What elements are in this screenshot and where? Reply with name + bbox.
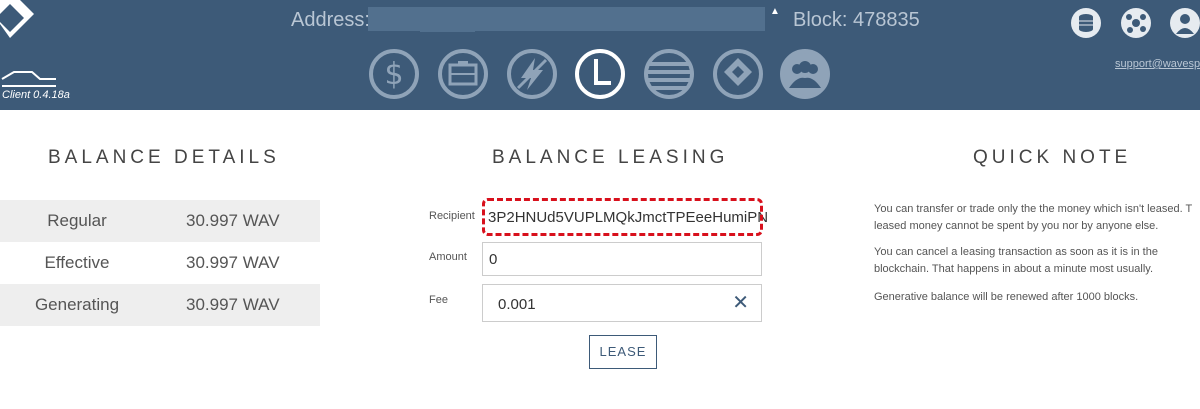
balance-leasing-title: BALANCE LEASING <box>492 147 729 168</box>
support-link[interactable]: support@wavesp <box>1115 58 1200 70</box>
note-line: You can transfer or trade only the the m… <box>874 203 1193 215</box>
note-line: You can cancel a leasing transaction as … <box>874 246 1158 258</box>
waves-logo[interactable]: Client 0.4.18a <box>0 0 80 110</box>
balance-row-regular: Regular 30.997 WAV <box>0 200 320 242</box>
note-line: Generative balance will be renewed after… <box>874 291 1139 303</box>
database-icon[interactable] <box>1071 8 1101 38</box>
block-height: Block: 478835 <box>793 9 920 31</box>
lease-button[interactable]: LEASE <box>589 335 657 369</box>
svg-text:$: $ <box>384 57 403 92</box>
copy-address-icon[interactable]: ▲ <box>770 6 780 17</box>
dex-icon[interactable] <box>712 48 764 100</box>
client-version: Client 0.4.18a <box>2 89 70 101</box>
fee-field[interactable]: 0.001 ✕ <box>482 284 762 322</box>
dollar-icon[interactable]: $ <box>368 48 420 100</box>
clear-fee-icon[interactable]: ✕ <box>732 290 749 315</box>
balance-row-generating: Generating 30.997 WAV <box>0 284 320 326</box>
balance-row-effective: Effective 30.997 WAV <box>0 242 320 284</box>
amount-label: Amount <box>429 251 467 263</box>
history-icon[interactable] <box>643 48 695 100</box>
note-line: blockchain. That happens in about a minu… <box>874 263 1154 275</box>
balance-details-title: BALANCE DETAILS <box>48 147 280 168</box>
trading-icon[interactable] <box>506 48 558 100</box>
wallet-icon[interactable] <box>437 48 489 100</box>
leasing-icon[interactable] <box>574 48 626 100</box>
recipient-highlight-outline <box>482 198 763 236</box>
balance-label: Regular <box>47 211 107 230</box>
fee-value: 0.001 <box>498 296 536 313</box>
community-icon[interactable] <box>779 48 831 100</box>
address-label: Address: <box>291 9 370 31</box>
app-header: Client 0.4.18a Address: ▲ Block: 478835 … <box>0 0 1200 110</box>
quick-note-title: QUICK NOTE <box>973 147 1132 168</box>
fee-label: Fee <box>429 294 448 306</box>
recipient-label: Recipient <box>429 210 475 222</box>
settings-icon[interactable] <box>1170 8 1200 38</box>
balance-value: 30.997 WAV <box>186 211 280 230</box>
balance-label: Generating <box>34 295 120 314</box>
balance-label: Effective <box>44 253 110 272</box>
network-icon[interactable] <box>1121 8 1151 38</box>
address-value-redacted-tail <box>420 28 475 32</box>
amount-value: 0 <box>489 251 498 268</box>
note-line: leased money cannot be spent by you nor … <box>874 220 1159 232</box>
balance-value: 30.997 WAV <box>186 295 280 314</box>
amount-field[interactable]: 0 <box>482 242 762 276</box>
balance-value: 30.997 WAV <box>186 253 280 272</box>
